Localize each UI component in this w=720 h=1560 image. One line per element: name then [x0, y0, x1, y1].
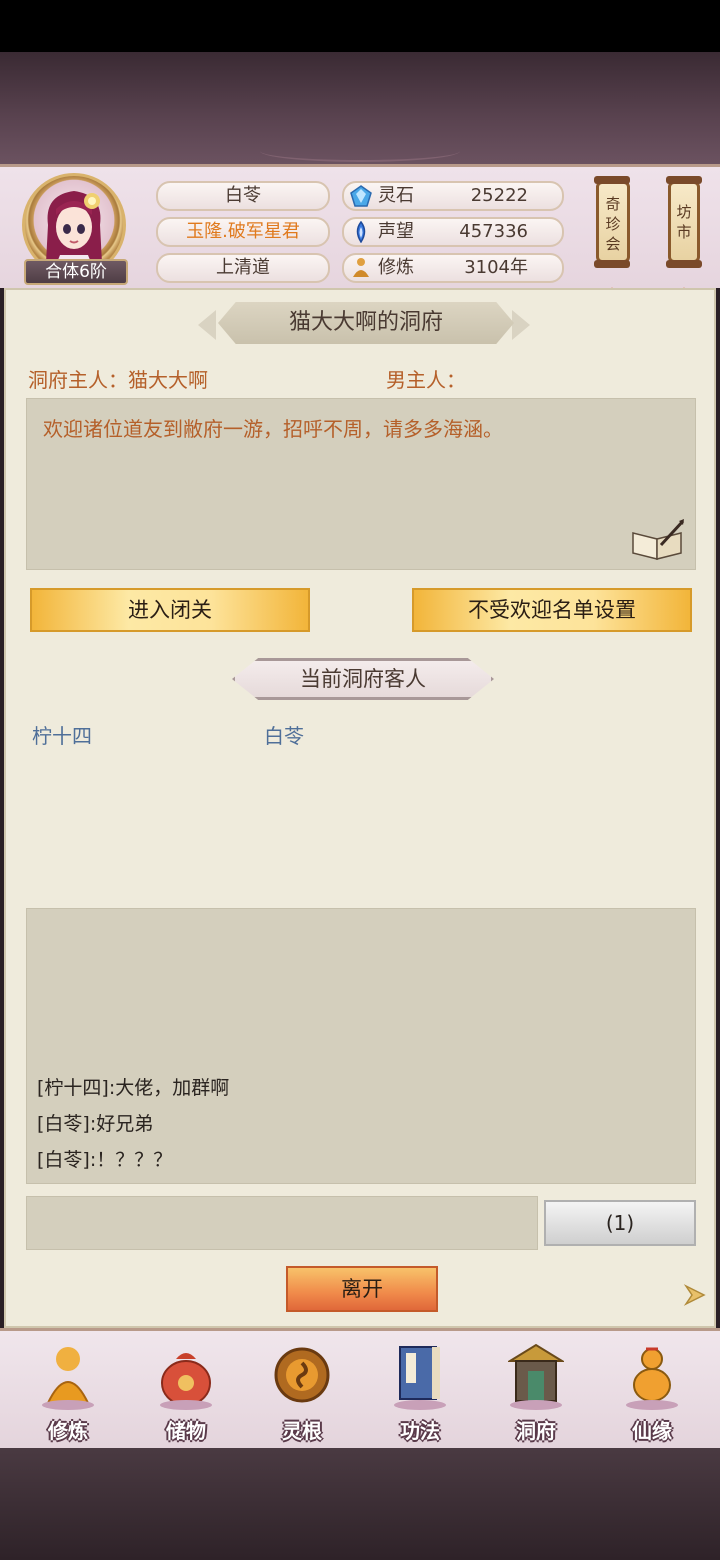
chat-message: [白苓]:！？？？: [37, 1149, 173, 1171]
chat-message: [柠十四]:大佬，加群啊: [37, 1077, 230, 1099]
nav-fate[interactable]: 仙缘: [602, 1337, 702, 1447]
status-bar: [0, 0, 720, 52]
chat-message: [白苓]:好兄弟: [37, 1113, 154, 1135]
guest-name[interactable]: 白苓: [264, 720, 304, 749]
nav-label: 修炼: [48, 1419, 88, 1443]
male-host: 男主人：: [386, 368, 466, 392]
player-header: 合体6阶 白苓 玉隆.破军星君 上清道 灵石 25222 声望 457336 修…: [0, 164, 720, 311]
send-button[interactable]: (1): [544, 1200, 696, 1246]
cave-panel: 猫大大啊的洞府 洞府主人：猫大大啊 男主人： 欢迎诸位道友到敝府一游，招呼不周，…: [4, 288, 716, 1328]
nav-label: 洞府: [516, 1419, 556, 1443]
banner-right-decor: [512, 310, 530, 340]
guests-title: 当前洞府客人: [232, 658, 494, 700]
player-sect: 上清道: [156, 253, 330, 283]
banner-left-decor: [198, 310, 216, 340]
nav-label: 储物: [166, 1419, 206, 1443]
treasure-bag-icon: [160, 1353, 212, 1410]
market-label: 坊市: [676, 203, 692, 241]
stat-reputation: 声望 457336: [342, 217, 564, 247]
welcome-message-box: 欢迎诸位道友到敝府一游，招呼不周，请多多海涵。: [26, 398, 696, 570]
treasure-fair-button[interactable]: 奇珍会: [594, 176, 630, 268]
nav-techniques[interactable]: 功法: [370, 1337, 470, 1447]
nav-storage[interactable]: 储物: [136, 1337, 236, 1447]
nav-cave[interactable]: 洞府: [486, 1337, 586, 1447]
avatar[interactable]: 合体6阶: [18, 171, 130, 285]
bottom-nav: 修炼 储物 灵根 功法 洞府 仙缘: [0, 1328, 720, 1448]
cultivation-rank: 合体6阶: [24, 259, 128, 285]
spirit-root-icon: [274, 1347, 330, 1403]
nav-label: 仙缘: [632, 1419, 672, 1443]
enter-seclusion-button[interactable]: 进入闭关: [30, 588, 310, 632]
nav-cultivate[interactable]: 修炼: [18, 1337, 118, 1447]
market-button[interactable]: 坊市: [666, 176, 702, 268]
guest-name[interactable]: 柠十四: [32, 720, 92, 749]
welcome-message: 欢迎诸位道友到敝府一游，招呼不周，请多多海涵。: [43, 417, 503, 441]
stat-spirit-stone: 灵石 25222: [342, 181, 564, 211]
meditating-monk-icon: [42, 1347, 94, 1410]
cultivation-icon: [353, 258, 369, 277]
scripture-book-icon: [394, 1346, 446, 1410]
nav-label: 灵根: [282, 1419, 322, 1443]
chat-log: [柠十四]:大佬，加群啊 [白苓]:好兄弟 [白苓]:！？？？: [26, 908, 696, 1184]
edit-message-icon[interactable]: [631, 519, 685, 561]
blacklist-settings-button[interactable]: 不受欢迎名单设置: [412, 588, 692, 632]
gourd-icon: [626, 1347, 678, 1410]
top-decor-band: [0, 52, 720, 164]
bottom-decor-band: [0, 1448, 720, 1560]
leave-button[interactable]: 离开: [286, 1266, 438, 1312]
chat-input[interactable]: [26, 1196, 538, 1250]
cave-palace-icon: [508, 1343, 564, 1410]
cave-title: 猫大大啊的洞府: [218, 302, 514, 344]
cloud-ornament: [260, 140, 460, 162]
player-title: 玉隆.破军星君: [156, 217, 330, 247]
next-arrow-icon[interactable]: [682, 1282, 708, 1308]
cave-owner: 洞府主人：猫大大啊: [28, 368, 208, 392]
reputation-icon: [356, 221, 366, 243]
stat-cultivation: 修炼 3104年: [342, 253, 564, 283]
spirit-stone-icon: [350, 185, 372, 207]
treasure-fair-label: 奇珍会: [605, 195, 621, 253]
avatar-portrait-icon: [46, 191, 102, 265]
nav-spirit-root[interactable]: 灵根: [252, 1337, 352, 1447]
nav-label: 功法: [400, 1419, 440, 1443]
player-name: 白苓: [156, 181, 330, 211]
